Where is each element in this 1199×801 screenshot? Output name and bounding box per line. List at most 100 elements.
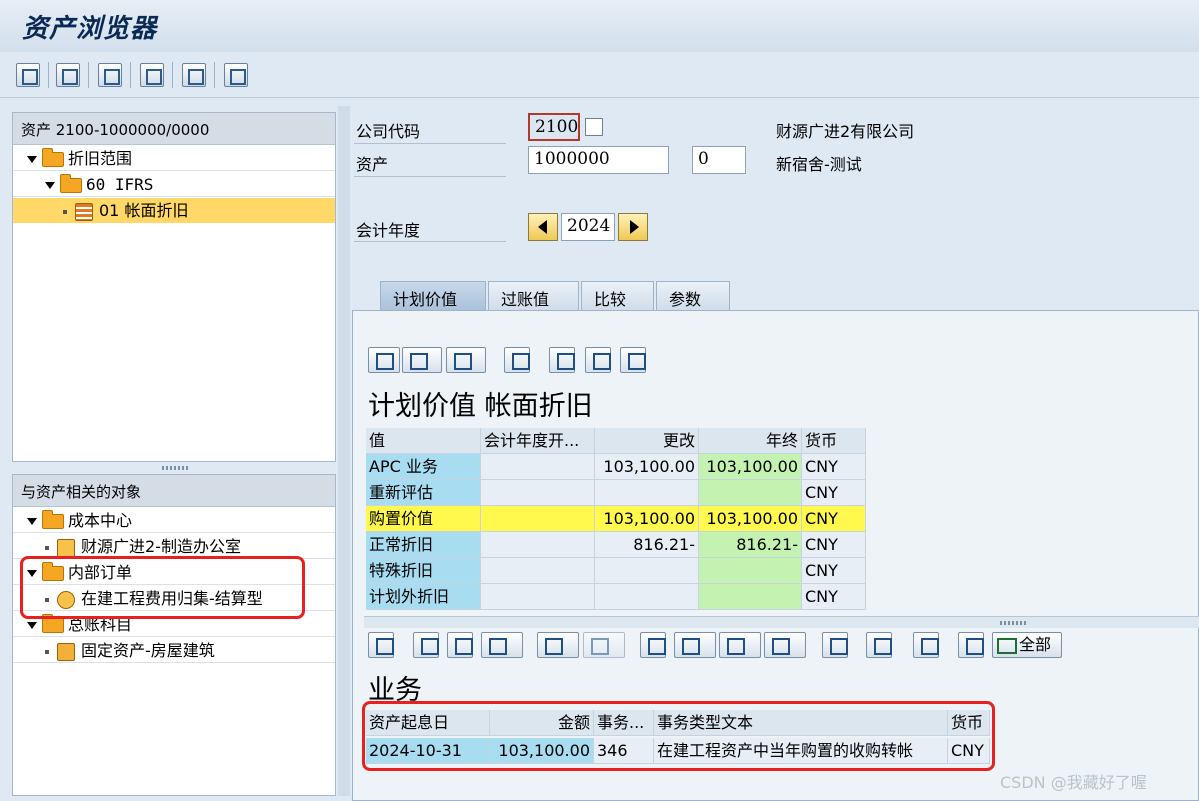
table-cell[interactable]: 特殊折旧 — [366, 558, 481, 584]
table-cell[interactable]: 103,100.00 — [595, 506, 699, 532]
copy-icon[interactable] — [585, 118, 603, 136]
show-all-button[interactable]: 全部 — [992, 632, 1062, 658]
layout-icon[interactable] — [764, 632, 806, 658]
related-node-cost-center[interactable]: 成本中心 — [13, 508, 335, 533]
tab-planned-values[interactable]: 计划价值 — [380, 281, 486, 311]
print-icon[interactable] — [640, 632, 666, 658]
info-icon[interactable] — [504, 347, 530, 373]
table-cell[interactable]: 816.21- — [595, 532, 699, 558]
label-underline — [354, 176, 506, 177]
splitter-handle-icon[interactable] — [162, 466, 190, 470]
table-cell[interactable] — [699, 558, 802, 584]
views-icon[interactable] — [674, 632, 716, 658]
asset-number-field[interactable]: 1000000 — [528, 146, 669, 174]
table-cell[interactable] — [481, 558, 595, 584]
group-icon[interactable] — [182, 63, 206, 87]
save-icon[interactable] — [56, 63, 80, 87]
related-objects-panel: 与资产相关的对象 成本中心 财源广进2-制造办公室 内部订单 在建工程费用归集-… — [12, 474, 336, 796]
asset-icon[interactable] — [958, 632, 984, 658]
expand-triangle-icon[interactable] — [27, 622, 37, 629]
print-icon[interactable] — [368, 347, 400, 373]
info-icon[interactable] — [822, 632, 848, 658]
sort-ascending-icon[interactable] — [413, 632, 439, 658]
table-cell[interactable]: 重新评估 — [366, 480, 481, 506]
table-cell[interactable] — [481, 584, 595, 610]
asset-subnumber-field[interactable]: 0 — [692, 146, 746, 174]
table-cell[interactable]: 816.21- — [699, 532, 802, 558]
table-cell[interactable]: CNY — [802, 558, 866, 584]
tree-node-book-depreciation[interactable]: 01 帐面折旧 — [13, 198, 335, 223]
previous-year-button[interactable] — [528, 213, 558, 241]
next-year-button[interactable] — [618, 213, 648, 241]
arrow-left-icon — [538, 220, 547, 234]
folder-open-icon — [60, 174, 82, 193]
sum-icon[interactable] — [537, 632, 579, 658]
horizontal-splitter[interactable] — [364, 616, 1199, 628]
fiscal-year-field[interactable]: 2024 — [561, 213, 615, 241]
table-cell[interactable] — [699, 480, 802, 506]
column-header[interactable]: 值 — [366, 428, 481, 454]
leaf-dot-icon — [45, 545, 49, 550]
calculator-icon[interactable] — [585, 347, 611, 373]
print-preview-icon[interactable] — [913, 632, 939, 658]
clock-icon[interactable] — [620, 347, 646, 373]
table-cell[interactable]: 购置价值 — [366, 506, 481, 532]
app-title: 资产浏览器 — [22, 14, 158, 44]
table-cell[interactable] — [595, 558, 699, 584]
table-cell[interactable]: 正常折旧 — [366, 532, 481, 558]
folder-open-icon — [42, 148, 64, 167]
expand-triangle-icon[interactable] — [27, 518, 37, 525]
table-cell[interactable]: 103,100.00 — [595, 454, 699, 480]
table-cell[interactable]: 103,100.00 — [699, 506, 802, 532]
tree-node-depreciation-areas[interactable]: 折旧范围 — [13, 146, 335, 171]
tree-node-ifrs[interactable]: 60 IFRS — [13, 172, 335, 197]
fiscal-year-label: 会计年度 — [356, 221, 421, 240]
table-cell[interactable] — [481, 454, 595, 480]
expand-triangle-icon[interactable] — [45, 182, 55, 189]
table-cell[interactable]: CNY — [802, 532, 866, 558]
refresh-icon[interactable] — [16, 63, 40, 87]
toolbar-separator — [88, 62, 89, 88]
column-header[interactable]: 货币 — [802, 428, 866, 454]
table-cell[interactable]: CNY — [802, 584, 866, 610]
table-cell[interactable] — [595, 584, 699, 610]
splitter-handle-icon[interactable] — [1000, 621, 1028, 625]
calculate-icon[interactable] — [549, 347, 575, 373]
document-icon[interactable] — [866, 632, 892, 658]
list-icon[interactable] — [224, 63, 248, 87]
leaf-dot-icon — [45, 649, 49, 654]
table-cell[interactable]: 计划外折旧 — [366, 584, 481, 610]
table-cell[interactable]: 103,100.00 — [699, 454, 802, 480]
table-cell[interactable] — [481, 480, 595, 506]
asset-tree-panel: 资产 2100-1000000/0000 折旧范围 60 IFRS 01 帐面折… — [12, 112, 336, 462]
table-cell[interactable]: CNY — [802, 506, 866, 532]
related-node-gl-account-item[interactable]: 固定资产-房屋建筑 — [13, 638, 335, 663]
subtotal-icon[interactable] — [583, 632, 625, 658]
table-cell[interactable]: CNY — [802, 480, 866, 506]
column-header[interactable]: 更改 — [595, 428, 699, 454]
company-code-field[interactable]: 2100 — [528, 113, 580, 141]
column-header[interactable]: 会计年度开... — [481, 428, 595, 454]
export-icon[interactable] — [719, 632, 761, 658]
column-header[interactable]: 年终 — [699, 428, 802, 454]
sort-descending-icon[interactable] — [447, 632, 473, 658]
table-cell[interactable] — [595, 480, 699, 506]
table-cell[interactable] — [481, 506, 595, 532]
table-cell[interactable]: CNY — [802, 454, 866, 480]
details-icon[interactable] — [368, 632, 394, 658]
table-cell[interactable]: APC 业务 — [366, 454, 481, 480]
export-icon[interactable] — [446, 347, 486, 373]
views-icon[interactable] — [402, 347, 442, 373]
tab-posted-values[interactable]: 过账值 — [488, 281, 579, 311]
expand-triangle-icon[interactable] — [27, 156, 37, 163]
toolbar-separator — [130, 62, 131, 88]
filter-icon[interactable] — [481, 632, 523, 658]
table-cell[interactable] — [699, 584, 802, 610]
tab-comparison[interactable]: 比较 — [581, 281, 654, 311]
vertical-splitter[interactable] — [338, 106, 350, 796]
company-code-label: 公司代码 — [356, 122, 421, 141]
tab-parameters[interactable]: 参数 — [656, 281, 730, 311]
asset-structure-icon[interactable] — [140, 63, 164, 87]
table-cell[interactable] — [481, 532, 595, 558]
asset-value-icon[interactable] — [98, 63, 122, 87]
